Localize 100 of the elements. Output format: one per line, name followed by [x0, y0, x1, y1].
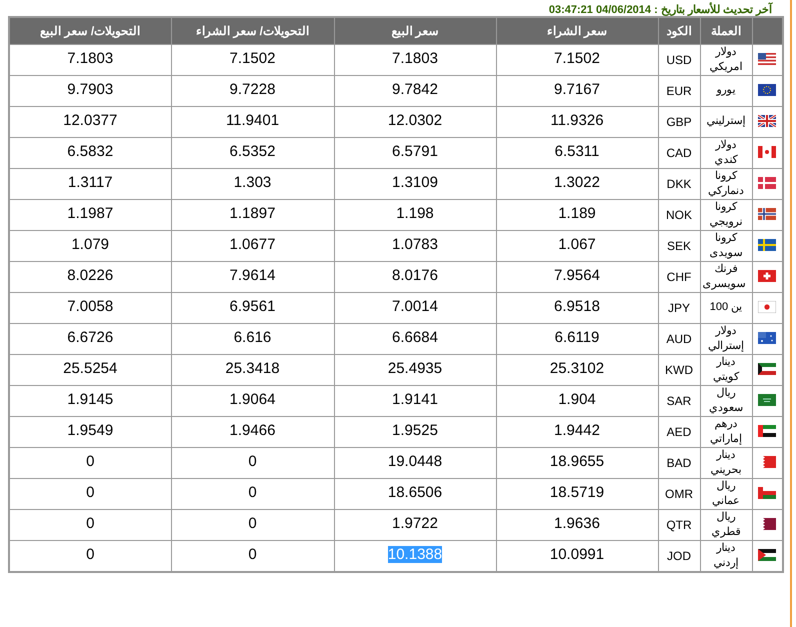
transfer-sell-rate: 1.1987	[67, 205, 114, 222]
currency-code: OMR	[665, 486, 693, 500]
flag-icon	[758, 53, 776, 66]
transfer-buy-rate: 0	[248, 546, 257, 564]
currency-name: ريال عماني	[712, 480, 740, 506]
flag-icon	[758, 177, 776, 190]
flag-icon	[758, 487, 776, 500]
currency-code: AUD	[666, 332, 692, 346]
currency-name: ين 100	[710, 301, 742, 313]
buy-rate: 6.6119	[554, 329, 600, 346]
transfer-sell-rate: 1.079	[71, 236, 110, 254]
currency-name: كرونا دنماركي	[708, 170, 744, 196]
transfer-buy-rate: 1.0677	[230, 236, 276, 254]
transfer-buy-rate: 11.9401	[226, 112, 280, 130]
buy-rate: 11.9326	[550, 112, 604, 130]
transfer-sell-rate: 7.0058	[67, 298, 114, 316]
currency-code: AED	[666, 424, 692, 438]
currency-name: كرونا نرويجي	[710, 200, 742, 228]
currency-name: يورو	[716, 84, 736, 96]
currency-name: دينار كويتي	[713, 356, 739, 382]
flag-icon	[758, 115, 776, 128]
sell-rate: 6.5791	[392, 143, 438, 160]
transfer-buy-rate: 1.9064	[230, 391, 276, 408]
flag-icon	[758, 332, 776, 344]
sell-rate: 6.6684	[392, 329, 438, 346]
transfer-buy-rate: 0	[248, 515, 257, 532]
buy-rate: 18.5719	[550, 484, 604, 502]
transfer-buy-rate: 0	[248, 484, 257, 502]
currency-code: USD	[666, 52, 692, 66]
transfer-sell-rate: 1.9549	[67, 422, 114, 440]
flag-icon	[758, 146, 776, 158]
column-header: الكود	[666, 24, 692, 38]
transfer-buy-rate: 0	[248, 453, 257, 470]
transfer-sell-rate: 25.5254	[63, 360, 118, 378]
currency-name: دولار كندي	[714, 138, 738, 166]
currency-code: QTR	[666, 518, 692, 532]
flag-icon	[758, 425, 776, 438]
currency-name: درهم إماراتي	[710, 418, 742, 444]
currency-code: CAD	[666, 146, 692, 160]
currency-code: DKK	[666, 176, 692, 190]
transfer-buy-rate: 6.5352	[230, 143, 276, 160]
buy-rate: 1.189	[558, 205, 596, 222]
transfer-sell-rate: 8.0226	[67, 267, 114, 284]
transfer-sell-rate: 7.1803	[67, 50, 114, 68]
currency-code: GBP	[666, 114, 692, 128]
buy-rate: 1.904	[558, 391, 596, 408]
transfer-sell-rate: 6.5832	[67, 143, 114, 160]
transfer-buy-rate: 7.1502	[230, 50, 276, 68]
sell-rate: 1.9141	[392, 391, 438, 408]
buy-rate: 1.3022	[554, 174, 600, 192]
buy-rate: 1.067	[558, 236, 596, 254]
buy-rate: 6.9518	[554, 298, 600, 316]
sell-rate: 7.1803	[392, 50, 438, 68]
transfer-buy-rate: 25.3418	[225, 360, 280, 378]
flag-icon	[758, 363, 776, 376]
buy-rate: 1.9442	[554, 422, 600, 440]
sell-rate: 10.1388	[388, 546, 442, 564]
sell-rate: 18.6506	[388, 484, 442, 502]
currency-code: KWD	[665, 362, 693, 376]
transfer-sell-rate: 0	[86, 453, 94, 470]
transfer-buy-rate: 1.9466	[230, 422, 276, 440]
sell-rate: 1.3109	[392, 174, 438, 192]
currency-code: JOD	[667, 548, 691, 562]
buy-rate: 7.1502	[554, 50, 600, 68]
sell-rate: 1.9525	[392, 422, 438, 440]
currency-code: CHF	[666, 270, 692, 284]
sell-rate: 1.0783	[392, 236, 438, 254]
sell-rate: 1.9722	[392, 515, 438, 532]
transfer-sell-rate: 9.7903	[67, 81, 114, 98]
transfer-sell-rate: 12.0377	[63, 112, 118, 130]
currency-name: دينار إردني	[714, 542, 738, 568]
sell-rate: 25.4935	[388, 360, 442, 378]
currency-code: JPY	[668, 300, 690, 314]
transfer-buy-rate: 1.303	[234, 174, 272, 192]
buy-rate: 6.5311	[554, 143, 600, 160]
flag-icon	[758, 239, 776, 252]
transfer-sell-rate: 0	[86, 515, 94, 532]
currency-name: إسترليني	[706, 115, 746, 127]
currency-name: دينار بحريني	[710, 448, 742, 476]
currency-name: دولار إسترالي	[708, 324, 744, 352]
flag-icon	[758, 84, 776, 96]
column-header: التحويلات/ سعر البيع	[40, 24, 140, 38]
flag-icon	[758, 208, 776, 220]
sell-rate: 1.198	[396, 205, 434, 222]
flag-icon	[758, 301, 776, 314]
currency-code: EUR	[666, 84, 692, 98]
sell-rate: 9.7842	[392, 81, 438, 98]
currency-name: ريال قطري	[712, 510, 740, 538]
buy-rate: 1.9636	[554, 515, 600, 532]
buy-rate: 25.3102	[550, 360, 604, 378]
buy-rate: 9.7167	[554, 81, 600, 98]
sell-rate: 12.0302	[388, 112, 442, 130]
transfer-sell-rate: 1.9145	[67, 391, 114, 408]
transfer-sell-rate: 0	[86, 546, 94, 564]
currency-code: NOK	[666, 208, 692, 222]
transfer-buy-rate: 1.1897	[230, 205, 276, 222]
transfer-buy-rate: 6.616	[234, 329, 272, 346]
transfer-sell-rate: 1.3117	[68, 174, 113, 192]
currency-code: BAD	[666, 456, 692, 470]
column-header: العملة	[711, 24, 741, 38]
